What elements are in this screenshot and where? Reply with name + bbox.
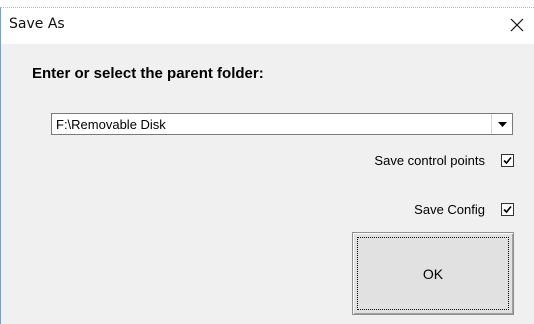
ok-button-label: OK [422,265,444,282]
save-config-label: Save Config [414,202,485,217]
folder-prompt-heading: Enter or select the parent folder: [32,65,264,82]
save-config-option[interactable]: Save Config [414,202,514,217]
close-button[interactable] [504,12,530,38]
save-control-points-option[interactable]: Save control points [374,153,514,168]
title-bar[interactable]: Save As [1,8,534,44]
save-config-checkbox[interactable] [501,203,514,216]
save-as-dialog: Save As Enter or select the parent folde… [0,0,534,324]
save-control-points-checkbox[interactable] [501,154,514,167]
ok-button[interactable]: OK [352,232,514,315]
parent-folder-value[interactable]: F:\Removable Disk [52,117,491,132]
close-icon [510,18,524,32]
checkmark-icon [503,156,512,165]
save-control-points-label: Save control points [374,153,485,168]
parent-folder-combo[interactable]: F:\Removable Disk [51,113,513,135]
window-title: Save As [9,16,65,32]
chevron-down-icon [497,121,507,127]
dialog-body: Enter or select the parent folder: F:\Re… [1,44,534,324]
checkmark-icon [503,205,512,214]
combo-dropdown-button[interactable] [491,114,512,134]
